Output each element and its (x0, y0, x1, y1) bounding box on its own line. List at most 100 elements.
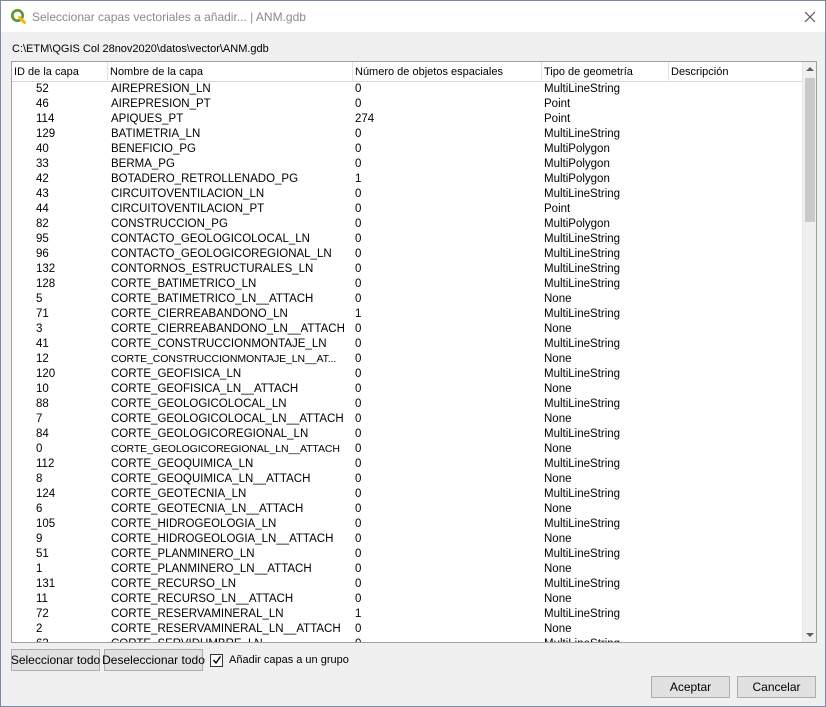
cell-feature-count: 0 (355, 548, 362, 560)
cell-feature-count: 1 (355, 173, 362, 185)
cell-geometry-type: MultiLineString (544, 518, 621, 530)
cell-feature-count: 1 (355, 608, 362, 620)
col-header-count[interactable]: Número de objetos espaciales (353, 62, 542, 82)
title-bar[interactable]: Seleccionar capas vectoriales a añadir..… (1, 1, 825, 32)
cell-layer-name: CORTE_CIERREABANDONO_LN__ATTACH (111, 323, 345, 335)
table-row[interactable]: 131 CORTE_RECURSO_LN 0 MultiLineString (12, 577, 802, 592)
table-row[interactable]: 43 CIRCUITOVENTILACION_LN 0 MultiLineString (12, 187, 802, 202)
table-row[interactable]: 84 CORTE_GEOLOGICOREGIONAL_LN 0 MultiLineSt… (12, 427, 802, 442)
cell-feature-count: 0 (355, 293, 362, 305)
scroll-up-button[interactable] (803, 62, 816, 76)
cell-feature-count: 0 (355, 623, 362, 635)
cell-layer-id: 7 (36, 413, 43, 425)
cell-feature-count: 0 (355, 188, 362, 200)
table-row[interactable]: 0 CORTE_GEOLOGICOREGIONAL_LN__ATTACH 0 None (12, 442, 802, 457)
cell-geometry-type: MultiLineString (544, 488, 621, 500)
deselect-all-button[interactable]: Deseleccionar todo (102, 649, 205, 671)
cell-geometry-type: MultiPolygon (544, 218, 610, 230)
cell-geometry-type: MultiLineString (544, 637, 666, 642)
table-row[interactable]: 44 CIRCUITOVENTILACION_PT 0 Point (12, 202, 802, 217)
table-row[interactable]: 10 CORTE_GEOFISICA_LN__ATTACH 0 None (12, 382, 802, 397)
table-row[interactable]: 52 AIREPRESION_LN 0 MultiLineString (12, 82, 802, 97)
cell-feature-count: 0 (355, 98, 362, 110)
table-row[interactable]: 5 CORTE_BATIMETRICO_LN__ATTACH 0 None (12, 292, 802, 307)
table-row[interactable]: 72 CORTE_RESERVAMINERAL_LN 1 MultiLineStrin… (12, 607, 802, 622)
table-row[interactable]: 128 CORTE_BATIMETRICO_LN 0 MultiLineString (12, 277, 802, 292)
table-row[interactable]: 105 CORTE_HIDROGEOLOGIA_LN 0 MultiLineStrin… (12, 517, 802, 532)
cell-layer-name: CORTE_GEOFISICA_LN (111, 368, 242, 380)
table-row[interactable]: 6 CORTE_GEOTECNIA_LN__ATTACH 0 None (12, 502, 802, 517)
cell-layer-name: AIREPRESION_LN (111, 83, 211, 95)
cell-layer-id: 42 (36, 173, 49, 185)
cell-feature-count: 0 (355, 353, 362, 365)
col-header-geometry[interactable]: Tipo de geometría (542, 62, 669, 82)
cell-layer-id: 84 (36, 428, 49, 440)
col-header-id[interactable]: ID de la capa (12, 62, 108, 82)
dialog-window: Seleccionar capas vectoriales a añadir..… (0, 0, 826, 707)
table-row[interactable]: 51 CORTE_PLANMINERO_LN 0 MultiLineString (12, 547, 802, 562)
table-row[interactable]: 12 CORTE_CONSTRUCCIONMONTAJE_LN__AT... 0 No… (12, 352, 802, 367)
cell-feature-count: 0 (355, 413, 362, 425)
table-row[interactable]: 1 CORTE_PLANMINERO_LN__ATTACH 0 None (12, 562, 802, 577)
table-row[interactable]: 11 CORTE_RECURSO_LN__ATTACH 0 None (12, 592, 802, 607)
cell-layer-name: CORTE_RECURSO_LN__ATTACH (111, 593, 294, 605)
accept-button[interactable]: Aceptar (651, 676, 730, 698)
table-row[interactable]: 112 CORTE_GEOQUIMICA_LN 0 MultiLineString (12, 457, 802, 472)
table-row[interactable]: 120 CORTE_GEOFISICA_LN 0 MultiLineString (12, 367, 802, 382)
cell-layer-id: 105 (36, 518, 56, 530)
cell-layer-name: AIREPRESION_PT (111, 98, 211, 110)
table-row[interactable]: 8 CORTE_GEOQUIMICA_LN__ATTACH 0 None (12, 472, 802, 487)
cell-geometry-type: MultiLineString (544, 338, 621, 350)
close-button[interactable] (799, 6, 821, 28)
cell-feature-count: 0 (355, 383, 362, 395)
cell-layer-name: CIRCUITOVENTILACION_PT (111, 203, 265, 215)
add-to-group-checkbox[interactable] (210, 653, 223, 667)
cell-layer-name: CORTE_SERVIDUMBRE_LN (111, 637, 349, 642)
table-row[interactable]: 2 CORTE_RESERVAMINERAL_LN__ATTACH 0 None (12, 622, 802, 637)
add-to-group-toggle[interactable]: Añadir capas a un grupo (210, 652, 349, 668)
cell-layer-id: 6 (36, 503, 43, 515)
table-row[interactable]: 71 CORTE_CIERREABANDONO_LN 1 MultiLineStrin… (12, 307, 802, 322)
table-row[interactable]: 114 APIQUES_PT 274 Point (12, 112, 802, 127)
cell-layer-id: 46 (36, 98, 49, 110)
cell-feature-count: 0 (355, 503, 362, 515)
cell-geometry-type: Point (544, 113, 571, 125)
cell-geometry-type: None (544, 473, 572, 485)
table-row[interactable]: 40 BENEFICIO_PG 0 MultiPolygon (12, 142, 802, 157)
table-row[interactable]: 9 CORTE_HIDROGEOLOGIA_LN__ATTACH 0 None (12, 532, 802, 547)
cell-feature-count: 0 (355, 518, 362, 530)
table-row[interactable]: 129 BATIMETRIA_LN 0 MultiLineString (12, 127, 802, 142)
table-row[interactable]: 7 CORTE_GEOLOGICOLOCAL_LN__ATTACH 0 None (12, 412, 802, 427)
cell-layer-id: 5 (36, 293, 43, 305)
table-row[interactable]: 88 CORTE_GEOLOGICOLOCAL_LN 0 MultiLineStrin… (12, 397, 802, 412)
table-row[interactable]: 33 BERMA_PG 0 MultiPolygon (12, 157, 802, 172)
cell-layer-id: 10 (36, 383, 49, 395)
scroll-down-button[interactable] (803, 628, 816, 642)
table-row[interactable]: 96 CONTACTO_GEOLOGICOREGIONAL_LN 0 MultiLin… (12, 247, 802, 262)
table-row[interactable]: 82 CONSTRUCCION_PG 0 MultiPolygon (12, 217, 802, 232)
vertical-scrollbar[interactable] (802, 62, 816, 642)
cell-feature-count: 0 (355, 637, 535, 642)
cell-layer-id: 44 (36, 203, 49, 215)
cell-layer-name: CORTE_GEOLOGICOLOCAL_LN__ATTACH (111, 413, 344, 425)
table-row[interactable]: 95 CONTACTO_GEOLOGICOLOCAL_LN 0 MultiLineSt… (12, 232, 802, 247)
layers-table[interactable]: ID de la capa Nombre de la capa Número d… (11, 61, 817, 643)
table-row[interactable]: 46 AIREPRESION_PT 0 Point (12, 97, 802, 112)
cell-geometry-type: None (544, 353, 572, 365)
table-row[interactable]: 124 CORTE_GEOTECNIA_LN 0 MultiLineString (12, 487, 802, 502)
cell-feature-count: 0 (355, 263, 362, 275)
scrollbar-thumb[interactable] (805, 78, 815, 222)
table-row[interactable]: 41 CORTE_CONSTRUCCIONMONTAJE_LN 0 MultiLine… (12, 337, 802, 352)
table-row[interactable]: 63 CORTE_SERVIDUMBRE_LN 0 MultiLineString (12, 637, 802, 642)
cell-layer-id: 129 (36, 128, 56, 140)
col-header-name[interactable]: Nombre de la capa (108, 62, 353, 82)
table-header: ID de la capa Nombre de la capa Número d… (12, 62, 802, 82)
add-to-group-label: Añadir capas a un grupo (229, 654, 349, 666)
table-row[interactable]: 132 CONTORNOS_ESTRUCTURALES_LN 0 MultiLineS… (12, 262, 802, 277)
col-header-description[interactable]: Descripción (669, 62, 802, 82)
table-row[interactable]: 3 CORTE_CIERREABANDONO_LN__ATTACH 0 None (12, 322, 802, 337)
select-all-button[interactable]: Seleccionar todo (11, 649, 100, 671)
table-row[interactable]: 42 BOTADERO_RETROLLENADO_PG 1 MultiPolygon (12, 172, 802, 187)
cancel-button[interactable]: Cancelar (737, 676, 816, 698)
cell-layer-id: 40 (36, 143, 49, 155)
